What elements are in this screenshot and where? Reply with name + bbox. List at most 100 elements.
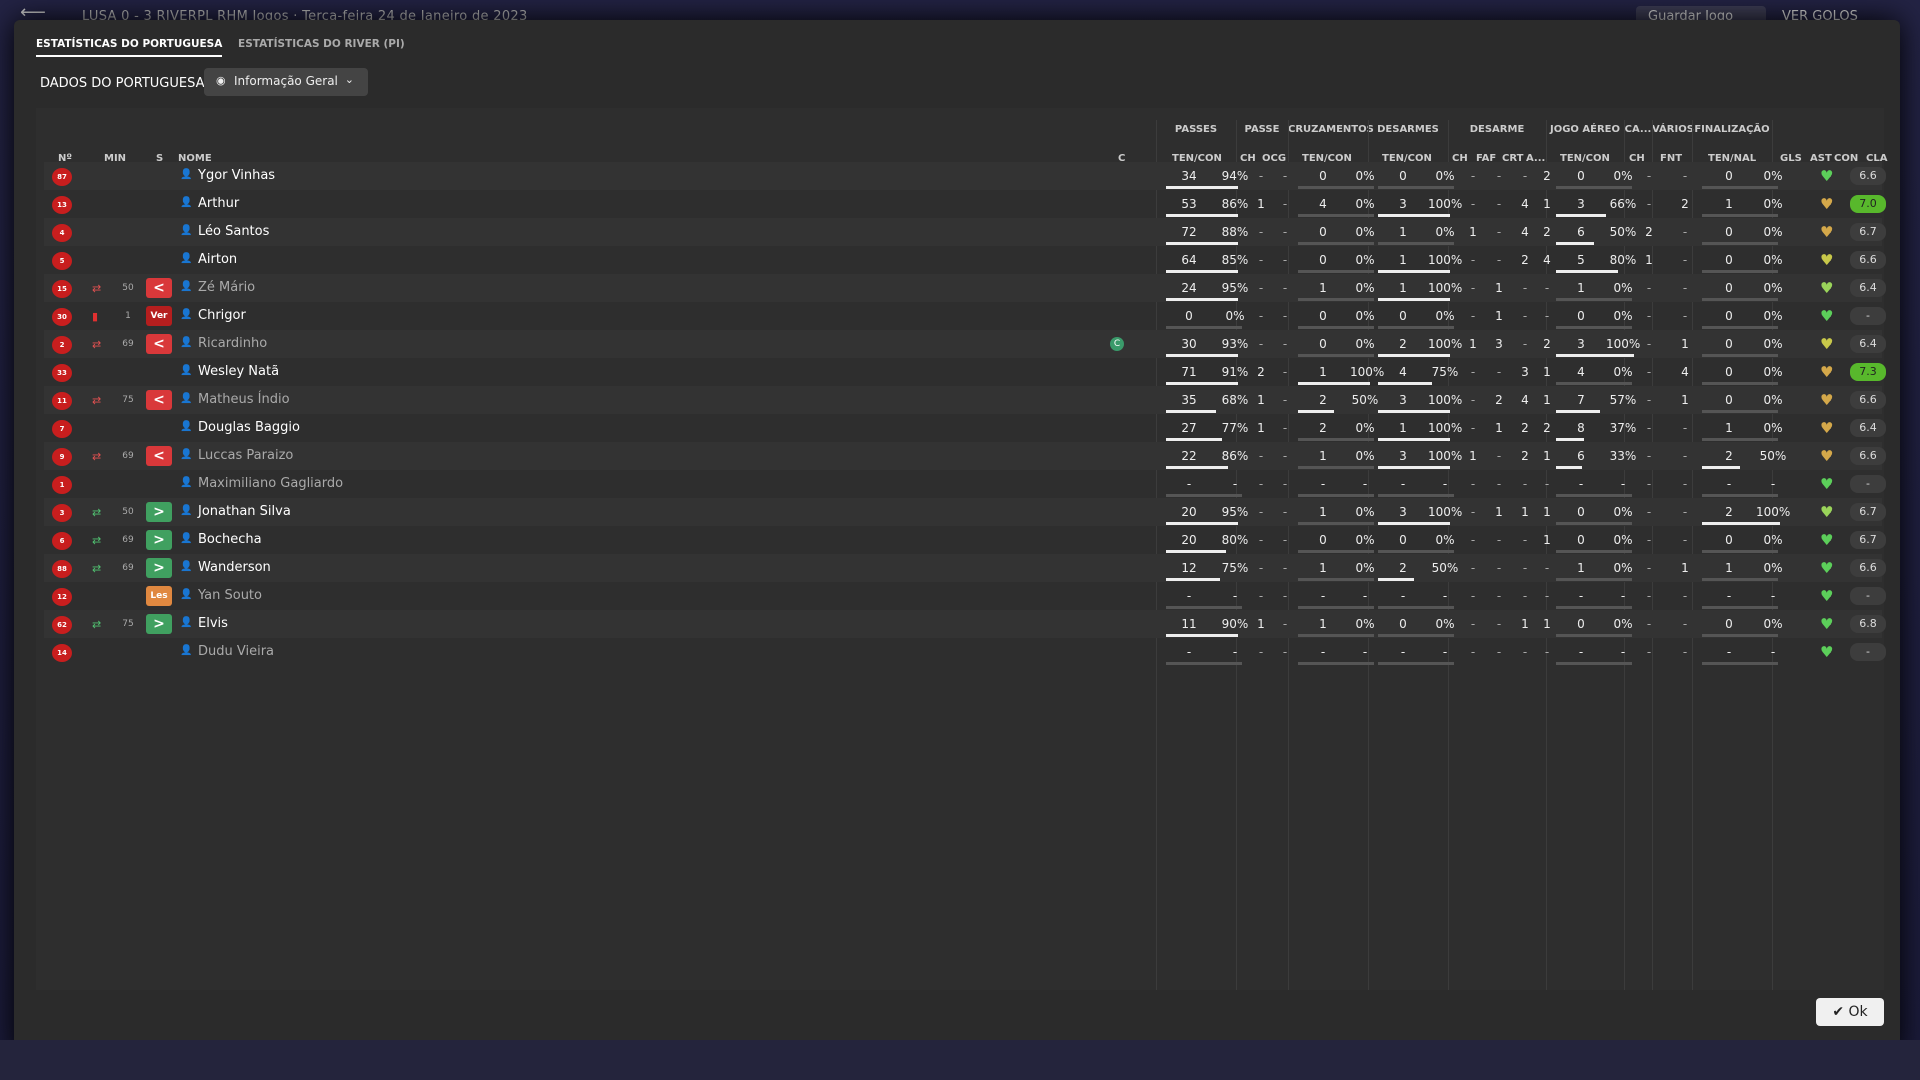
stat-jp: 57% (1609, 393, 1637, 407)
success-bar (1378, 186, 1454, 189)
status-badge: < (146, 390, 172, 410)
table-row[interactable]: 88 ⇄ 69 > 👤 Wanderson 12 75% - -1 0% 2 50% - - - -1 0% -1 1… (44, 554, 1886, 582)
success-bar (1166, 438, 1222, 441)
shirt-number: 3 (52, 504, 72, 522)
person-icon: 👤 (180, 505, 193, 516)
table-row[interactable]: 9 ⇄ 69 < 👤 Luccas Paraizo 22 86% - -1 0% 3 100% 1-2 1 6… (44, 442, 1886, 470)
stat-ja: 0 (1577, 617, 1585, 631)
stat-crt: 4 (1521, 197, 1529, 211)
success-bar (1166, 578, 1220, 581)
stat-dch: - (1470, 561, 1476, 575)
success-bar (1298, 662, 1374, 665)
player-name[interactable]: Ygor Vinhas (198, 168, 275, 183)
table-row[interactable]: 30 ▮ 1 Ver 👤 Chrigor 0 0% - -0 0% 0 0% -1- -0 0% - -0 0% - ♥… (44, 302, 1886, 330)
table-row[interactable]: 5 👤 Airton 64 85% - -0 0% 1 100% - -2 4 5 80% 1-0 0% - ♥ 6.… (44, 246, 1886, 274)
success-bar (1378, 242, 1454, 245)
stat-dp: 100% (1428, 421, 1463, 435)
player-name[interactable]: Airton (198, 252, 237, 267)
success-bar (1378, 550, 1454, 553)
substitution-icon: ⇄ (92, 282, 102, 295)
table-row[interactable]: 14 👤 Dudu Vieira - - - - - - - - - - - - - - - - - - - ♥ - (44, 638, 1886, 666)
table-row[interactable]: 1 👤 Maximiliano Gagliardo - - - - - - - - - - - - - - - - -… (44, 470, 1886, 498)
stat-faf: - (1496, 561, 1502, 575)
stat-a: 1 (1543, 533, 1551, 547)
stat-ch: 1 (1257, 393, 1265, 407)
group-varios: VÁRIOS (1652, 124, 1694, 135)
table-row[interactable]: 13 👤 Arthur 53 86% 1-4 0% 3 100% - -4 1 3 66% -2 1 0% - ♥ 7… (44, 190, 1886, 218)
minutes: 69 (122, 535, 134, 545)
player-name[interactable]: Dudu Vieira (198, 644, 274, 659)
player-name[interactable]: Bochecha (198, 532, 262, 547)
stat-ocg: - (1282, 337, 1288, 351)
stat-fp: 0% (1763, 617, 1783, 631)
group-finalizacao: FINALIZAÇÃO (1694, 124, 1770, 135)
dropdown-label: Informação Geral (234, 74, 338, 88)
tab-portuguesa[interactable]: ESTATÍSTICAS DO PORTUGUESA (36, 38, 223, 57)
status-badge: > (146, 502, 172, 522)
table-row[interactable]: 4 👤 Léo Santos 72 88% - -0 0% 1 0% 1-4 2 6 50% 2-0 0% - ♥… (44, 218, 1886, 246)
stat-ja: 0 (1577, 533, 1585, 547)
stat-faf: 2 (1495, 393, 1503, 407)
player-name[interactable]: Zé Mário (198, 280, 255, 295)
player-name[interactable]: Maximiliano Gagliardo (198, 476, 343, 491)
stat-fnt: - (1682, 225, 1688, 239)
table-row[interactable]: 2 ⇄ 69 < 👤 Ricardinho C 30 93% - -0 0% 2 100% 1 3-2 3 100… (44, 330, 1886, 358)
player-name[interactable]: Wanderson (198, 560, 271, 575)
stat-ca: 2 (1319, 393, 1327, 407)
player-name[interactable]: Yan Souto (198, 588, 262, 603)
stat-pp: 93% (1221, 337, 1249, 351)
stat-cp: 0% (1355, 169, 1375, 183)
stat-ocg: - (1282, 169, 1288, 183)
condition-heart-icon: ♥ (1820, 475, 1834, 493)
player-name[interactable]: Jonathan Silva (198, 504, 291, 519)
success-bar (1378, 606, 1454, 609)
info-dropdown[interactable]: ◉ Informação Geral ⌄ (204, 68, 368, 96)
stat-dch: - (1470, 309, 1476, 323)
player-name[interactable]: Ricardinho (198, 336, 267, 351)
table-row[interactable]: 15 ⇄ 50 < 👤 Zé Mário 24 95% - -1 0% 1 100% -1- -1 0% - -0… (44, 274, 1886, 302)
table-row[interactable]: 11 ⇄ 75 < 👤 Matheus Índio 35 68% 1-2 50% 3 100% -2 4 1… (44, 386, 1886, 414)
shirt-number: 30 (52, 308, 72, 326)
stat-fa: 0 (1725, 253, 1733, 267)
table-row[interactable]: 33 👤 Wesley Natã 71 91% 2-1 100% 4 75% - -3 1 4 0% -4 0… (44, 358, 1886, 386)
player-name[interactable]: Chrigor (198, 308, 246, 323)
stat-ca: 1 (1319, 281, 1327, 295)
minutes: 1 (125, 311, 131, 321)
player-name[interactable]: Douglas Baggio (198, 420, 300, 435)
stat-dp: - (1442, 589, 1448, 603)
player-name[interactable]: Wesley Natã (198, 364, 279, 379)
stat-pp: 94% (1221, 169, 1249, 183)
player-name[interactable]: Elvis (198, 616, 228, 631)
tab-river[interactable]: ESTATÍSTICAS DO RIVER (PI) (238, 38, 405, 55)
stat-ja: 5 (1577, 253, 1585, 267)
table-row[interactable]: 62 ⇄ 75 > 👤 Elvis 11 90% 1-1 0% 0 0% - -1 1 0 0% - -0 0% - ♥ 6… (44, 610, 1886, 638)
group-desarme: DESARME (1469, 124, 1525, 135)
shirt-number: 4 (52, 224, 72, 242)
table-row[interactable]: 6 ⇄ 69 > 👤 Bochecha 20 80% - -0 0% 0 0% - - -1 0 0% - -0 0% -… (44, 526, 1886, 554)
stat-ch: - (1258, 477, 1264, 491)
stat-ja: - (1578, 589, 1584, 603)
rating-badge: 6.7 (1850, 503, 1886, 521)
ok-button[interactable]: ✔ Ok (1816, 998, 1884, 1026)
player-name[interactable]: Arthur (198, 196, 239, 211)
minutes: 69 (122, 339, 134, 349)
stat-cp: - (1362, 477, 1368, 491)
stat-cp: 0% (1355, 561, 1375, 575)
player-name[interactable]: Léo Santos (198, 224, 269, 239)
success-bar (1378, 494, 1454, 497)
table-row[interactable]: 12 Les 👤 Yan Souto - - - - - - - - - - - - - - - - - - - ♥ - (44, 582, 1886, 610)
substitution-icon: ⇄ (92, 394, 102, 407)
stat-a: 1 (1543, 393, 1551, 407)
success-bar (1702, 410, 1778, 413)
table-row[interactable]: 87 👤 Ygor Vinhas 34 94% - -0 0% 0 0% - - -2 0 0% - -0 0% -… (44, 162, 1886, 190)
stat-faf: - (1496, 253, 1502, 267)
table-row[interactable]: 3 ⇄ 50 > 👤 Jonathan Silva 20 95% - -1 0% 3 100% -1 1 1 0… (44, 498, 1886, 526)
success-bar (1298, 494, 1374, 497)
stat-ocg: - (1282, 365, 1288, 379)
success-bar (1298, 326, 1374, 329)
stat-faf: 1 (1495, 421, 1503, 435)
table-row[interactable]: 7 👤 Douglas Baggio 27 77% 1-2 0% 1 100% -1 2 2 8 37% -… (44, 414, 1886, 442)
person-icon: 👤 (180, 421, 193, 432)
player-name[interactable]: Luccas Paraizo (198, 448, 293, 463)
player-name[interactable]: Matheus Índio (198, 392, 290, 407)
